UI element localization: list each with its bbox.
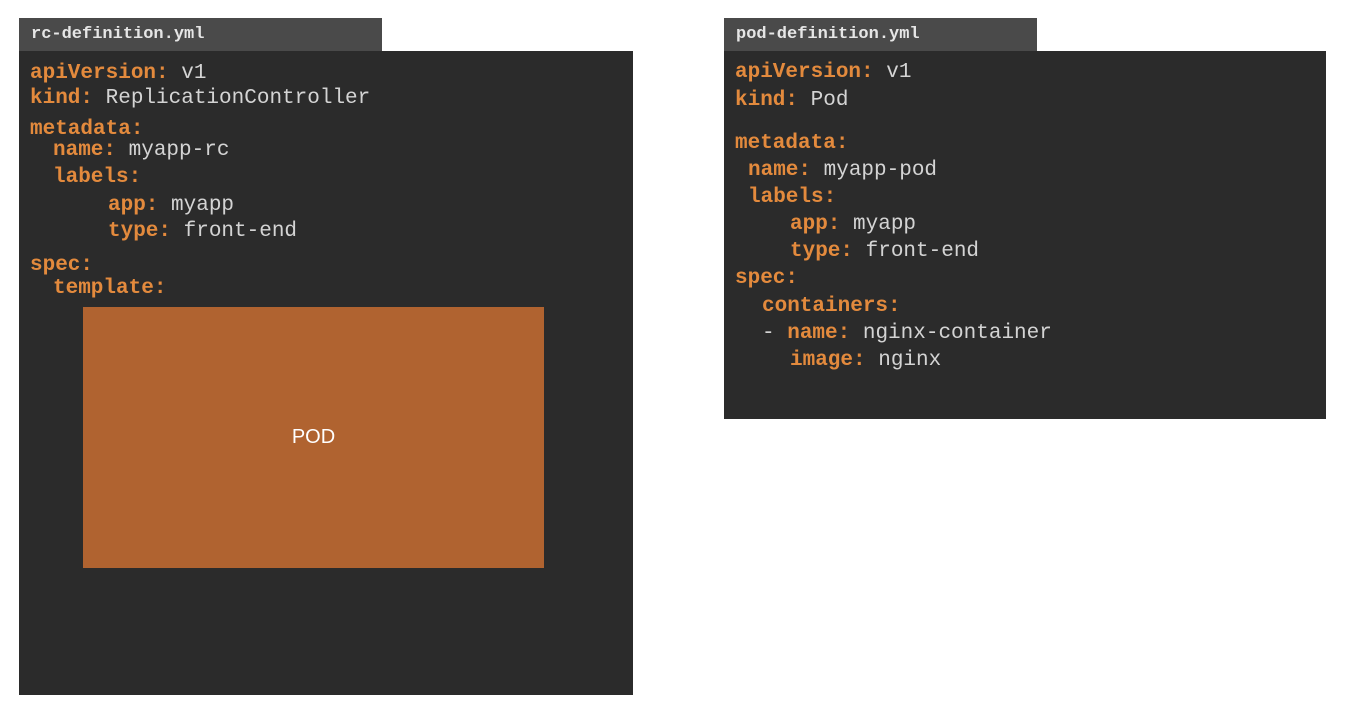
yaml-key: template:: [53, 277, 167, 300]
yaml-key: type:: [790, 240, 854, 263]
pod-definition-editor: apiVersion: v1 kind: Pod metadata: name:…: [724, 51, 1326, 419]
code-line-kind: kind: Pod: [735, 89, 848, 113]
code-line-spec: spec:: [30, 254, 93, 278]
yaml-value: v1: [168, 62, 207, 85]
code-line-labels: labels:: [748, 186, 836, 210]
yaml-key: app:: [108, 194, 159, 217]
yaml-key: labels:: [53, 166, 142, 189]
yaml-key: labels:: [748, 186, 837, 209]
code-line-name: name: myapp-rc: [53, 139, 229, 163]
yaml-value: Pod: [798, 89, 849, 112]
code-line-template: template:: [53, 277, 166, 301]
code-line-apiversion: apiVersion: v1: [735, 61, 911, 85]
yaml-key: metadata:: [735, 132, 849, 155]
yaml-key: app:: [790, 213, 841, 236]
pod-definition-tab[interactable]: pod-definition.yml: [724, 18, 1037, 51]
yaml-value: myapp-pod: [811, 159, 938, 182]
pod-label: POD: [291, 426, 336, 448]
yaml-key: spec:: [30, 254, 94, 277]
code-line-containers: containers:: [762, 295, 901, 319]
yaml-key: name:: [53, 139, 117, 162]
yaml-value: myapp: [158, 194, 235, 217]
yaml-key: apiVersion:: [735, 61, 874, 84]
yaml-key: metadata:: [30, 118, 144, 141]
yaml-key: image:: [790, 349, 866, 372]
code-line-kind: kind: ReplicationController: [30, 87, 370, 111]
yaml-key: name:: [748, 159, 812, 182]
yaml-key: kind:: [735, 89, 799, 112]
code-line-type: type: front-end: [790, 240, 979, 264]
code-line-container-name: - name: nginx-container: [762, 322, 1052, 346]
pod-placeholder-box: POD: [83, 307, 544, 568]
yaml-value: myapp-rc: [116, 139, 230, 162]
yaml-key: name:: [787, 322, 851, 345]
yaml-list-dash: -: [762, 322, 788, 345]
yaml-key: kind:: [30, 87, 94, 110]
code-line-labels: labels:: [53, 166, 141, 190]
yaml-value: front-end: [853, 240, 980, 263]
yaml-key: spec:: [735, 267, 799, 290]
yaml-value: v1: [873, 61, 912, 84]
yaml-value: ReplicationController: [93, 87, 371, 110]
code-line-app: app: myapp: [108, 194, 234, 218]
code-line-metadata: metadata:: [735, 132, 848, 156]
code-line-app: app: myapp: [790, 213, 916, 237]
yaml-value: nginx-container: [850, 322, 1052, 345]
yaml-value: nginx: [865, 349, 942, 372]
yaml-key: apiVersion:: [30, 62, 169, 85]
yaml-value: front-end: [171, 220, 298, 243]
code-line-image: image: nginx: [790, 349, 941, 373]
rc-definition-tab[interactable]: rc-definition.yml: [19, 18, 382, 51]
yaml-key: type:: [108, 220, 172, 243]
code-line-apiversion: apiVersion: v1: [30, 62, 206, 86]
code-line-type: type: front-end: [108, 220, 297, 244]
code-line-spec: spec:: [735, 267, 798, 291]
yaml-value: myapp: [840, 213, 917, 236]
code-line-name: name: myapp-pod: [748, 159, 937, 183]
yaml-key: containers:: [762, 295, 901, 318]
